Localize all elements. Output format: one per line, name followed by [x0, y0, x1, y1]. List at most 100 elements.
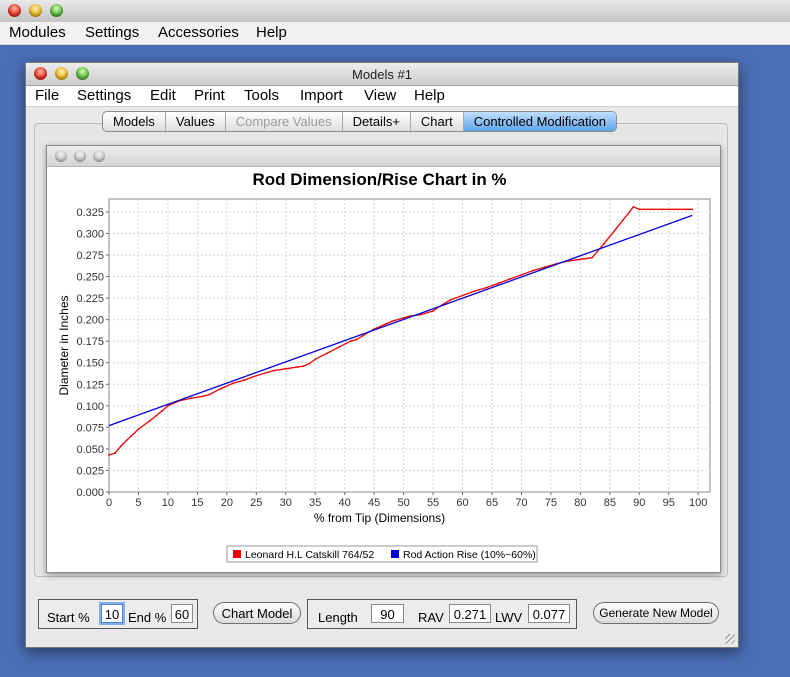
window-title: Models #1 — [352, 67, 412, 82]
menu-help[interactable]: Help — [414, 87, 445, 104]
series-point — [125, 439, 128, 442]
y-tick-label: 0.125 — [76, 379, 104, 391]
chart-minimize-button[interactable] — [74, 150, 86, 162]
series-point — [673, 208, 676, 211]
chart-close-button[interactable] — [55, 150, 67, 162]
zoom-window-button[interactable] — [50, 4, 63, 17]
series-point — [632, 205, 635, 208]
series-point — [231, 382, 234, 385]
series-point — [267, 371, 269, 374]
start-percent-input[interactable]: 10 — [101, 604, 123, 623]
menu-view[interactable]: View — [364, 87, 396, 104]
series-point — [449, 298, 452, 301]
series-point — [349, 340, 352, 343]
length-input[interactable]: 90 — [371, 604, 404, 623]
x-tick-label: 75 — [545, 497, 557, 509]
legend-swatch-2 — [391, 550, 399, 558]
tab-details-plus[interactable]: Details+ — [343, 112, 411, 131]
menu-settings[interactable]: Settings — [77, 87, 131, 104]
legend-label-1: Leonard H.L Catskill 764/52 — [245, 549, 374, 561]
x-tick-label: 40 — [339, 497, 351, 509]
y-tick-label: 0.200 — [76, 315, 104, 327]
series-point — [650, 208, 652, 211]
tab-models[interactable]: Models — [103, 112, 166, 131]
series-point — [532, 269, 535, 272]
menu-modules[interactable]: Modules — [9, 24, 66, 41]
x-tick-label: 90 — [633, 497, 645, 509]
chart-window: Rod Dimension/Rise Chart in % 0 5 10 15 20 25 3… — [46, 145, 721, 573]
x-tick-label: 30 — [280, 497, 292, 509]
menu-help[interactable]: Help — [256, 24, 287, 41]
y-tick-label: 0.275 — [76, 250, 104, 262]
end-percent-input[interactable]: 60 — [171, 604, 193, 623]
series-point — [326, 352, 328, 355]
x-tick-label: 35 — [309, 497, 321, 509]
app-menubar: Modules Settings Accessories Help — [0, 22, 790, 45]
tab-values[interactable]: Values — [166, 112, 226, 131]
series-point — [385, 323, 387, 325]
series-point — [302, 365, 305, 368]
series-point — [355, 338, 358, 341]
y-tick-label: 0.300 — [76, 228, 104, 240]
tab-chart[interactable]: Chart — [411, 112, 464, 131]
series-point — [614, 228, 617, 231]
minimize-window-button[interactable] — [29, 4, 42, 17]
series-point — [273, 369, 275, 372]
x-tick-label: 80 — [574, 497, 586, 509]
y-tick-label: 0.175 — [76, 336, 104, 348]
series-point — [603, 242, 605, 245]
lwv-input[interactable]: 0.077 — [528, 604, 570, 623]
series-point — [161, 410, 163, 412]
series-point — [284, 367, 287, 370]
series-point — [691, 208, 694, 211]
generate-new-model-button[interactable]: Generate New Model — [593, 602, 719, 624]
models-window-titlebar[interactable]: Models #1 — [26, 63, 738, 86]
series-point — [137, 428, 140, 430]
x-axis-label: % from Tip (Dimensions) — [314, 511, 445, 525]
series-point — [591, 256, 594, 259]
x-tick-label: 55 — [427, 497, 439, 509]
chart-window-titlebar[interactable] — [47, 146, 720, 167]
series-point — [108, 454, 110, 456]
series-point — [508, 278, 511, 281]
series-point — [119, 445, 122, 448]
series-point — [149, 419, 152, 422]
series-point — [220, 387, 222, 390]
x-tick-label: 95 — [663, 497, 675, 509]
tab-bar: Models Values Compare Values Details+ Ch… — [102, 111, 617, 132]
series-point — [314, 358, 317, 361]
y-tick-label: 0.250 — [76, 272, 104, 284]
rav-input[interactable]: 0.271 — [449, 604, 491, 623]
menu-accessories[interactable]: Accessories — [158, 24, 239, 41]
x-tick-label: 10 — [162, 497, 174, 509]
x-tick-label: 15 — [191, 497, 203, 509]
x-tick-label: 60 — [456, 497, 468, 509]
series-point — [296, 366, 299, 368]
y-tick-label: 0.100 — [76, 401, 104, 413]
menu-file[interactable]: File — [35, 87, 59, 104]
resize-grip[interactable] — [725, 634, 735, 644]
y-tick-label: 0.225 — [76, 293, 104, 305]
menu-tools[interactable]: Tools — [244, 87, 279, 104]
chart-zoom-button[interactable] — [93, 150, 105, 162]
app-titlebar — [0, 0, 790, 23]
x-tick-label: 0 — [106, 497, 112, 509]
models-window: Models #1 File Settings Edit Print Tools… — [25, 62, 739, 648]
rod-dimension-chart: Rod Dimension/Rise Chart in % 0 5 10 15 20 25 3… — [57, 170, 711, 563]
menu-edit[interactable]: Edit — [150, 87, 176, 104]
tab-controlled-modification[interactable]: Controlled Modification — [463, 112, 616, 131]
close-window-button[interactable] — [8, 4, 21, 17]
y-tick-label: 0.000 — [76, 487, 104, 499]
chart-model-button[interactable]: Chart Model — [213, 602, 301, 624]
series-point — [113, 452, 116, 455]
series-point — [243, 379, 246, 381]
x-tick-label: 70 — [515, 497, 527, 509]
start-label: Start % — [47, 610, 90, 625]
x-tick-label: 45 — [368, 497, 380, 509]
menu-settings[interactable]: Settings — [85, 24, 139, 41]
series-point — [432, 310, 434, 312]
menu-print[interactable]: Print — [194, 87, 225, 104]
series-point — [685, 208, 688, 211]
menu-import[interactable]: Import — [300, 87, 343, 104]
y-axis-label: Diameter in Inches — [57, 295, 71, 395]
